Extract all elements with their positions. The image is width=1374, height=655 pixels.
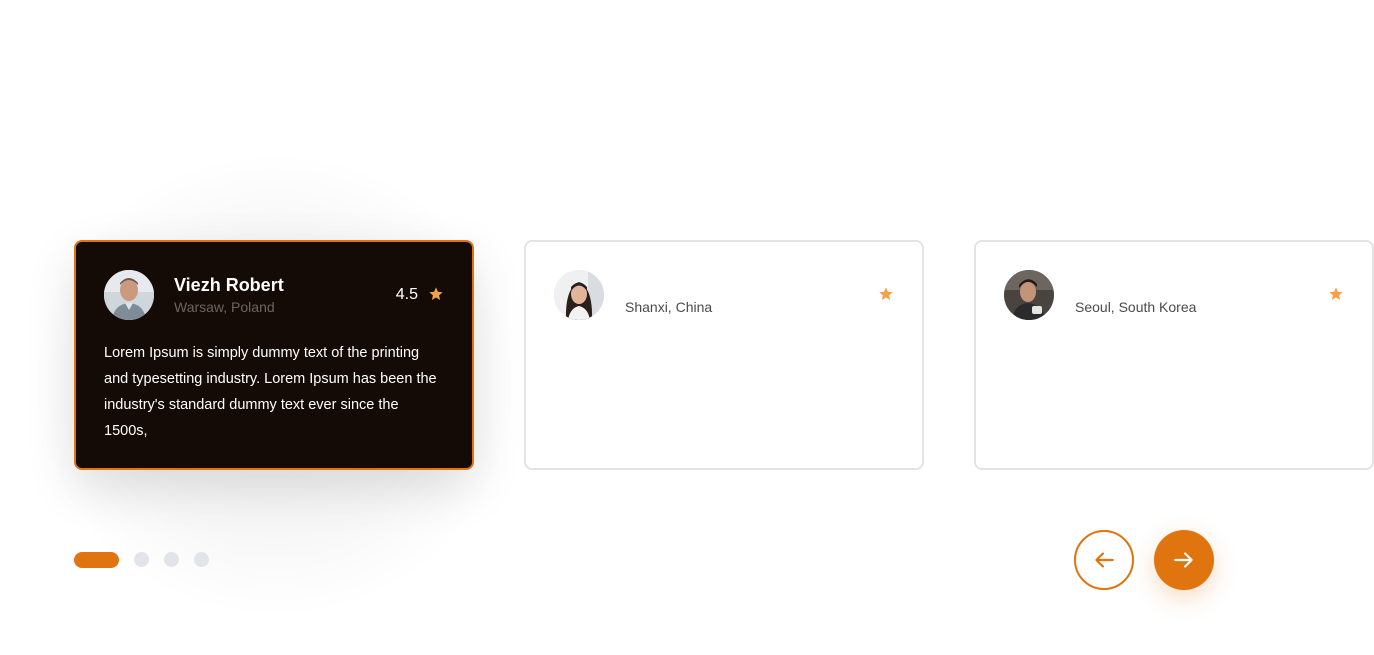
avatar	[1004, 270, 1054, 320]
avatar	[554, 270, 604, 320]
testimonial-card-active[interactable]: Viezh Robert Warsaw, Poland 4.5 Lorem Ip…	[74, 240, 474, 470]
star-icon	[879, 287, 893, 300]
pagination-dot-active[interactable]	[74, 552, 119, 568]
rating-value: 4.5	[395, 286, 418, 303]
pagination-dot[interactable]	[134, 552, 149, 567]
pagination-dot[interactable]	[164, 552, 179, 567]
reviewer-location: Seoul, South Korea	[1075, 299, 1197, 315]
testimonial-text: Lorem Ipsum is simply dummy text of the …	[104, 345, 437, 439]
arrow-right-icon	[1174, 552, 1193, 568]
star-icon	[1329, 287, 1343, 300]
testimonial-card[interactable]: Shanxi, China	[524, 240, 924, 470]
reviewer-location: Shanxi, China	[625, 299, 713, 315]
testimonial-card[interactable]: Seoul, South Korea	[974, 240, 1374, 470]
pagination-dot[interactable]	[194, 552, 209, 567]
avatar	[104, 270, 154, 320]
star-icon	[429, 287, 443, 300]
reviewer-location: Warsaw, Poland	[174, 299, 275, 315]
arrow-left-icon	[1095, 552, 1114, 568]
next-button[interactable]	[1154, 530, 1214, 590]
previous-button[interactable]	[1074, 530, 1134, 590]
reviewer-name: Viezh Robert	[174, 275, 284, 295]
